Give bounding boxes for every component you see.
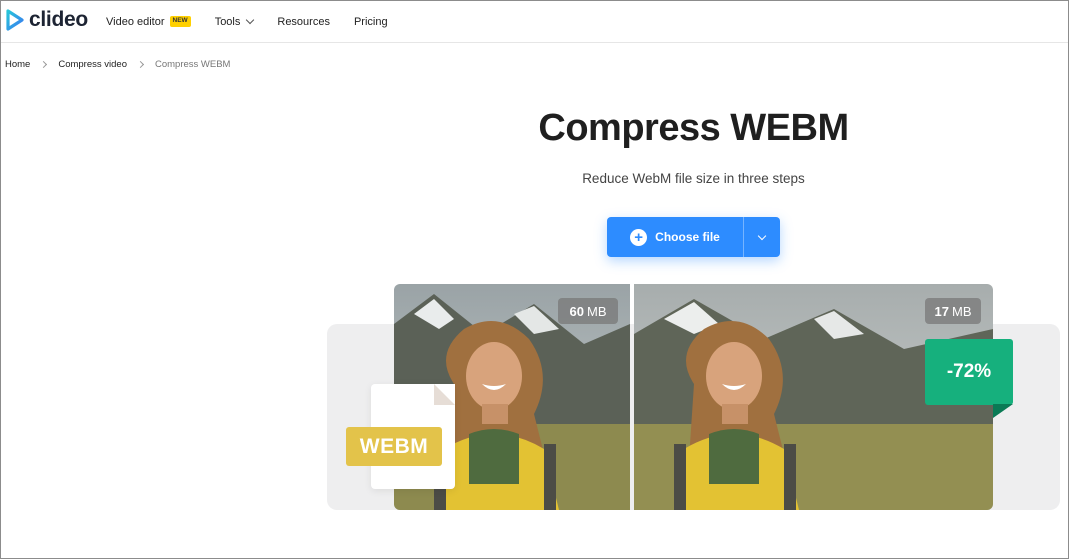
nav-tools-label: Tools bbox=[214, 15, 241, 28]
nav-pricing[interactable]: Pricing bbox=[354, 16, 388, 28]
choose-file-label: Choose file bbox=[655, 230, 720, 244]
logo-text: clideo bbox=[29, 8, 88, 31]
file-type-label: WEBM bbox=[346, 427, 442, 466]
chevron-down-icon bbox=[757, 231, 767, 240]
breadcrumb-home[interactable]: Home bbox=[5, 59, 30, 70]
nav-resources-label: Resources bbox=[277, 15, 330, 28]
new-badge: NEW bbox=[169, 16, 191, 27]
reduction-badge-fold bbox=[993, 404, 1013, 418]
upload-options-dropdown[interactable] bbox=[744, 217, 780, 257]
top-header: clideo Video editor NEW Tools Resources … bbox=[1, 1, 1068, 43]
page-title: Compress WEBM bbox=[538, 107, 849, 149]
reduction-badge: -72% bbox=[925, 339, 1013, 405]
before-size-badge: 60 MB bbox=[558, 298, 618, 324]
after-size-unit: MB bbox=[951, 303, 972, 319]
chevron-down-icon bbox=[246, 15, 255, 25]
choose-file-button[interactable]: + Choose file bbox=[607, 217, 743, 257]
before-size-value: 60 bbox=[569, 303, 584, 319]
after-size-badge: 17 MB bbox=[925, 298, 981, 324]
breadcrumb: Home Compress video Compress WEBM bbox=[5, 59, 230, 70]
breadcrumb-compress-video[interactable]: Compress video bbox=[58, 59, 127, 70]
breadcrumb-current: Compress WEBM bbox=[154, 59, 231, 70]
plus-icon: + bbox=[630, 228, 648, 246]
chevron-right-icon bbox=[136, 60, 145, 69]
nav-video-editor-label: Video editor bbox=[106, 15, 165, 28]
main-nav: Video editor NEW Tools Resources Pricing bbox=[106, 1, 412, 42]
nav-resources[interactable]: Resources bbox=[277, 16, 330, 28]
after-size-value: 17 bbox=[934, 303, 949, 319]
file-icon-corner bbox=[434, 384, 455, 405]
before-size-unit: MB bbox=[586, 303, 607, 319]
chevron-right-icon bbox=[40, 60, 48, 69]
clideo-logo-icon bbox=[6, 9, 24, 31]
clideo-logo[interactable]: clideo bbox=[5, 8, 88, 32]
page-subtitle: Reduce WebM file size in three steps bbox=[582, 171, 805, 186]
nav-tools[interactable]: Tools bbox=[214, 15, 255, 28]
nav-video-editor[interactable]: Video editor NEW bbox=[106, 16, 191, 28]
choose-file-button-group: + Choose file bbox=[607, 217, 780, 257]
nav-pricing-label: Pricing bbox=[353, 15, 388, 28]
